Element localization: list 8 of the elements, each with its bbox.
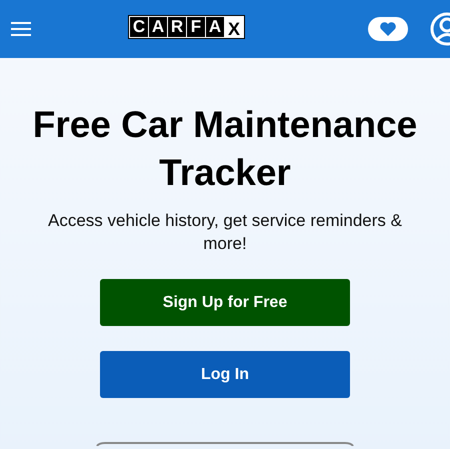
- menu-icon[interactable]: [11, 22, 31, 36]
- favorites-button[interactable]: [368, 17, 408, 41]
- heart-icon: [379, 22, 397, 36]
- page-title: Free Car Maintenance Tracker: [32, 103, 418, 195]
- logo[interactable]: C A R F A X: [128, 15, 245, 39]
- subtitle: Access vehicle history, get service reminders & more!: [47, 210, 403, 255]
- sign-up-button[interactable]: Sign Up for Free: [100, 279, 350, 326]
- log-in-button[interactable]: Log In: [100, 351, 350, 398]
